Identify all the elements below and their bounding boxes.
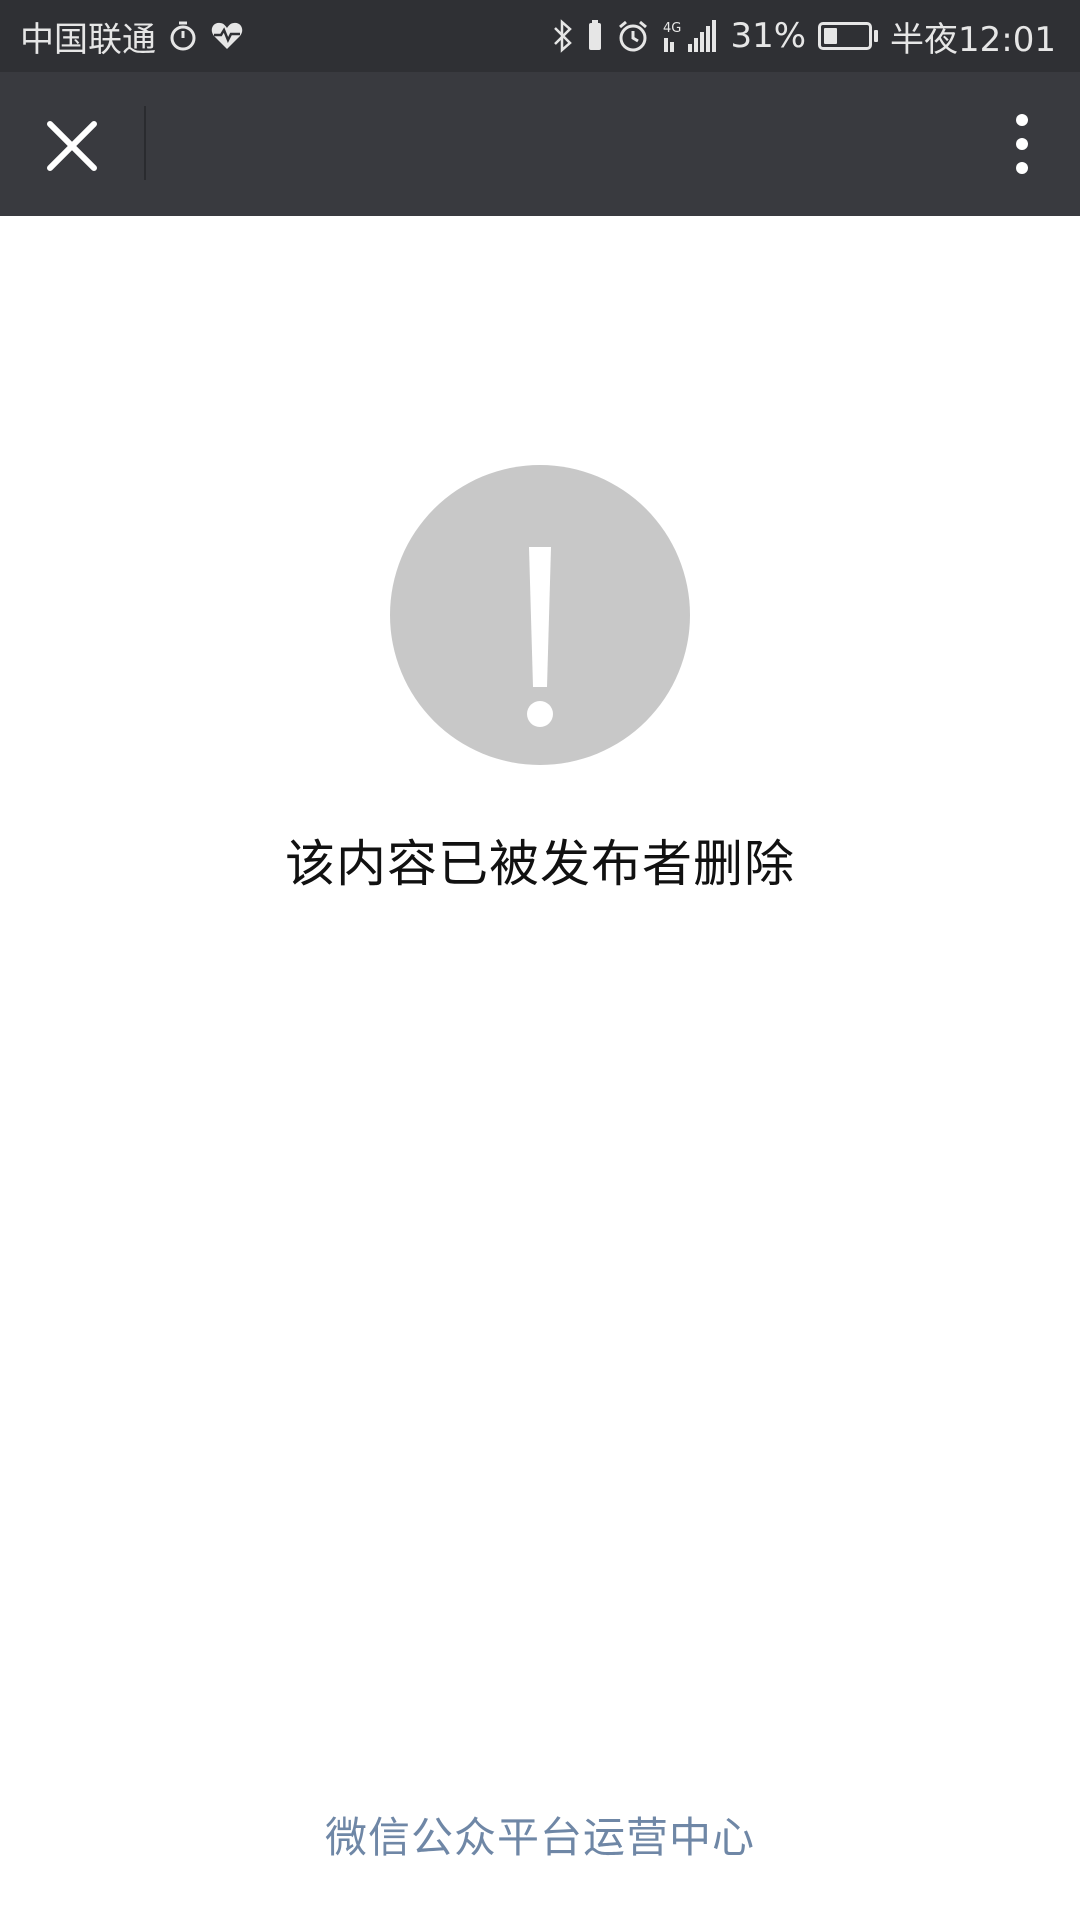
battery-percent: 31%: [730, 16, 807, 56]
close-button[interactable]: [32, 106, 112, 186]
status-right: 4G 31% 半夜12:01: [552, 12, 1056, 61]
close-icon: [47, 121, 97, 171]
stopwatch-icon: [168, 20, 198, 52]
deleted-message: 该内容已被发布者删除: [285, 835, 795, 893]
battery-body: [818, 22, 873, 50]
exclamation-icon: [527, 547, 553, 727]
operations-center-link[interactable]: 微信公众平台运营中心: [0, 1804, 1080, 1865]
title-bar: [0, 72, 1080, 216]
signal-icon: 4G: [662, 18, 718, 54]
battery-tip: [874, 30, 879, 42]
more-vertical-icon: [1016, 114, 1028, 174]
status-bar: 中国联通 4G 31% 半夜12:01: [0, 0, 1080, 72]
carrier-label: 中国联通: [20, 19, 156, 60]
clock: 半夜12:01: [890, 19, 1056, 60]
vibrate-battery-icon: [586, 19, 604, 53]
bluetooth-icon: [552, 19, 574, 53]
title-divider: [144, 106, 146, 180]
battery-icon: [818, 22, 879, 50]
status-left: 中国联通: [20, 12, 244, 61]
battery-level: [824, 28, 838, 44]
warning-badge: [390, 465, 690, 765]
more-menu-button[interactable]: [990, 104, 1054, 184]
alarm-icon: [616, 19, 650, 53]
svg-text:4G: 4G: [663, 21, 681, 36]
heart-rate-icon: [210, 21, 244, 51]
